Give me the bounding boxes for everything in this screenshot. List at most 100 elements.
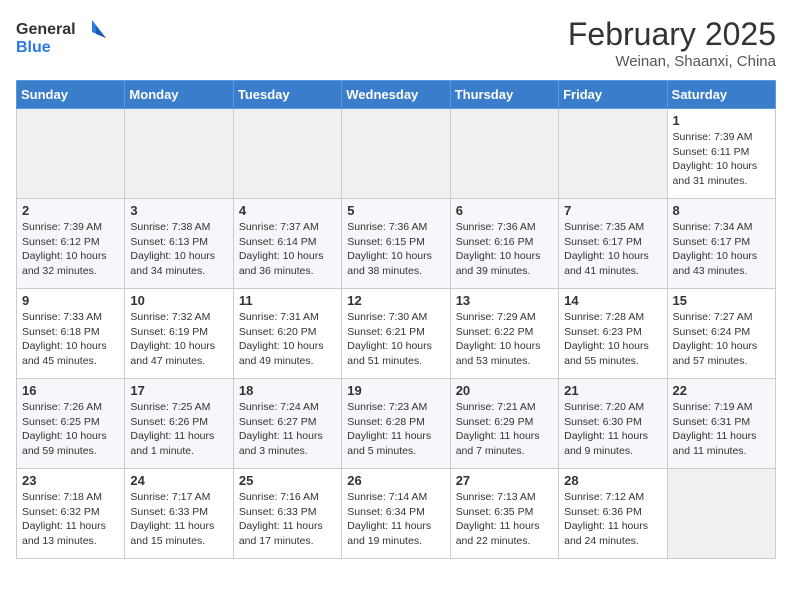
day-info: Sunrise: 7:16 AM Sunset: 6:33 PM Dayligh…: [239, 490, 336, 549]
day-number: 26: [347, 473, 444, 488]
day-number: 18: [239, 383, 336, 398]
logo-svg: General Blue: [16, 16, 106, 62]
title-block: February 2025 Weinan, Shaanxi, China: [568, 16, 776, 70]
month-title: February 2025: [568, 16, 776, 53]
day-info: Sunrise: 7:20 AM Sunset: 6:30 PM Dayligh…: [564, 400, 661, 459]
day-number: 2: [22, 203, 119, 218]
day-number: 4: [239, 203, 336, 218]
day-number: 7: [564, 203, 661, 218]
calendar-cell: 27 Sunrise: 7:13 AM Sunset: 6:35 PM Dayli…: [450, 469, 558, 559]
calendar-cell: 26 Sunrise: 7:14 AM Sunset: 6:34 PM Dayli…: [342, 469, 450, 559]
day-info: Sunrise: 7:26 AM Sunset: 6:25 PM Dayligh…: [22, 400, 119, 459]
day-number: 16: [22, 383, 119, 398]
calendar-cell: 10 Sunrise: 7:32 AM Sunset: 6:19 PM Dayli…: [125, 289, 233, 379]
day-info: Sunrise: 7:32 AM Sunset: 6:19 PM Dayligh…: [130, 310, 227, 369]
weekday-header-saturday: Saturday: [667, 81, 775, 109]
day-info: Sunrise: 7:30 AM Sunset: 6:21 PM Dayligh…: [347, 310, 444, 369]
day-info: Sunrise: 7:38 AM Sunset: 6:13 PM Dayligh…: [130, 220, 227, 279]
day-info: Sunrise: 7:35 AM Sunset: 6:17 PM Dayligh…: [564, 220, 661, 279]
calendar-cell: [667, 469, 775, 559]
day-number: 24: [130, 473, 227, 488]
day-info: Sunrise: 7:27 AM Sunset: 6:24 PM Dayligh…: [673, 310, 770, 369]
day-info: Sunrise: 7:17 AM Sunset: 6:33 PM Dayligh…: [130, 490, 227, 549]
day-number: 12: [347, 293, 444, 308]
day-info: Sunrise: 7:39 AM Sunset: 6:12 PM Dayligh…: [22, 220, 119, 279]
calendar-cell: 17 Sunrise: 7:25 AM Sunset: 6:26 PM Dayli…: [125, 379, 233, 469]
day-info: Sunrise: 7:28 AM Sunset: 6:23 PM Dayligh…: [564, 310, 661, 369]
day-number: 3: [130, 203, 227, 218]
day-number: 23: [22, 473, 119, 488]
day-number: 20: [456, 383, 553, 398]
day-info: Sunrise: 7:25 AM Sunset: 6:26 PM Dayligh…: [130, 400, 227, 459]
calendar-cell: 18 Sunrise: 7:24 AM Sunset: 6:27 PM Dayli…: [233, 379, 341, 469]
calendar-cell: 8 Sunrise: 7:34 AM Sunset: 6:17 PM Daylig…: [667, 199, 775, 289]
day-info: Sunrise: 7:34 AM Sunset: 6:17 PM Dayligh…: [673, 220, 770, 279]
day-number: 10: [130, 293, 227, 308]
day-number: 11: [239, 293, 336, 308]
day-number: 8: [673, 203, 770, 218]
calendar-header-row: SundayMondayTuesdayWednesdayThursdayFrid…: [17, 81, 776, 109]
calendar-week-1: 1 Sunrise: 7:39 AM Sunset: 6:11 PM Daylig…: [17, 109, 776, 199]
weekday-header-tuesday: Tuesday: [233, 81, 341, 109]
day-info: Sunrise: 7:14 AM Sunset: 6:34 PM Dayligh…: [347, 490, 444, 549]
day-number: 6: [456, 203, 553, 218]
calendar-cell: 4 Sunrise: 7:37 AM Sunset: 6:14 PM Daylig…: [233, 199, 341, 289]
day-info: Sunrise: 7:23 AM Sunset: 6:28 PM Dayligh…: [347, 400, 444, 459]
day-info: Sunrise: 7:19 AM Sunset: 6:31 PM Dayligh…: [673, 400, 770, 459]
calendar-cell: [559, 109, 667, 199]
weekday-header-thursday: Thursday: [450, 81, 558, 109]
calendar-cell: [342, 109, 450, 199]
weekday-header-wednesday: Wednesday: [342, 81, 450, 109]
calendar-cell: 7 Sunrise: 7:35 AM Sunset: 6:17 PM Daylig…: [559, 199, 667, 289]
day-number: 14: [564, 293, 661, 308]
day-number: 22: [673, 383, 770, 398]
svg-text:General: General: [16, 21, 76, 38]
day-info: Sunrise: 7:21 AM Sunset: 6:29 PM Dayligh…: [456, 400, 553, 459]
calendar-cell: 3 Sunrise: 7:38 AM Sunset: 6:13 PM Daylig…: [125, 199, 233, 289]
day-number: 27: [456, 473, 553, 488]
calendar-cell: 24 Sunrise: 7:17 AM Sunset: 6:33 PM Dayli…: [125, 469, 233, 559]
day-info: Sunrise: 7:39 AM Sunset: 6:11 PM Dayligh…: [673, 130, 770, 189]
calendar-cell: 22 Sunrise: 7:19 AM Sunset: 6:31 PM Dayli…: [667, 379, 775, 469]
day-number: 28: [564, 473, 661, 488]
calendar-cell: 19Sunrise: 7:23 AM Sunset: 6:28 PM Dayli…: [342, 379, 450, 469]
calendar-week-3: 9 Sunrise: 7:33 AM Sunset: 6:18 PM Daylig…: [17, 289, 776, 379]
day-number: 17: [130, 383, 227, 398]
calendar-cell: 13Sunrise: 7:29 AM Sunset: 6:22 PM Dayli…: [450, 289, 558, 379]
calendar-cell: 6Sunrise: 7:36 AM Sunset: 6:16 PM Daylig…: [450, 199, 558, 289]
calendar-week-4: 16 Sunrise: 7:26 AM Sunset: 6:25 PM Dayli…: [17, 379, 776, 469]
day-info: Sunrise: 7:37 AM Sunset: 6:14 PM Dayligh…: [239, 220, 336, 279]
day-info: Sunrise: 7:33 AM Sunset: 6:18 PM Dayligh…: [22, 310, 119, 369]
calendar-week-5: 23 Sunrise: 7:18 AM Sunset: 6:32 PM Dayli…: [17, 469, 776, 559]
calendar-cell: 1 Sunrise: 7:39 AM Sunset: 6:11 PM Daylig…: [667, 109, 775, 199]
day-number: 1: [673, 113, 770, 128]
weekday-header-sunday: Sunday: [17, 81, 125, 109]
calendar-cell: 14 Sunrise: 7:28 AM Sunset: 6:23 PM Dayli…: [559, 289, 667, 379]
location-subtitle: Weinan, Shaanxi, China: [568, 53, 776, 70]
calendar-cell: 28 Sunrise: 7:12 AM Sunset: 6:36 PM Dayli…: [559, 469, 667, 559]
day-info: Sunrise: 7:13 AM Sunset: 6:35 PM Dayligh…: [456, 490, 553, 549]
day-number: 9: [22, 293, 119, 308]
calendar-cell: 12 Sunrise: 7:30 AM Sunset: 6:21 PM Dayli…: [342, 289, 450, 379]
calendar-cell: 2 Sunrise: 7:39 AM Sunset: 6:12 PM Daylig…: [17, 199, 125, 289]
svg-text:Blue: Blue: [16, 39, 51, 56]
calendar-cell: [450, 109, 558, 199]
day-info: Sunrise: 7:12 AM Sunset: 6:36 PM Dayligh…: [564, 490, 661, 549]
calendar-cell: [17, 109, 125, 199]
calendar-cell: 23 Sunrise: 7:18 AM Sunset: 6:32 PM Dayli…: [17, 469, 125, 559]
calendar-cell: 11 Sunrise: 7:31 AM Sunset: 6:20 PM Dayli…: [233, 289, 341, 379]
day-info: Sunrise: 7:29 AM Sunset: 6:22 PM Dayligh…: [456, 310, 553, 369]
day-info: Sunrise: 7:24 AM Sunset: 6:27 PM Dayligh…: [239, 400, 336, 459]
day-info: Sunrise: 7:31 AM Sunset: 6:20 PM Dayligh…: [239, 310, 336, 369]
day-number: 25: [239, 473, 336, 488]
calendar-cell: 9 Sunrise: 7:33 AM Sunset: 6:18 PM Daylig…: [17, 289, 125, 379]
day-number: 5: [347, 203, 444, 218]
day-info: Sunrise: 7:18 AM Sunset: 6:32 PM Dayligh…: [22, 490, 119, 549]
weekday-header-friday: Friday: [559, 81, 667, 109]
calendar-cell: 16 Sunrise: 7:26 AM Sunset: 6:25 PM Dayli…: [17, 379, 125, 469]
day-number: 15: [673, 293, 770, 308]
calendar-cell: [125, 109, 233, 199]
calendar-cell: [233, 109, 341, 199]
day-number: 21: [564, 383, 661, 398]
page-header: General Blue February 2025 Weinan, Shaan…: [16, 16, 776, 70]
